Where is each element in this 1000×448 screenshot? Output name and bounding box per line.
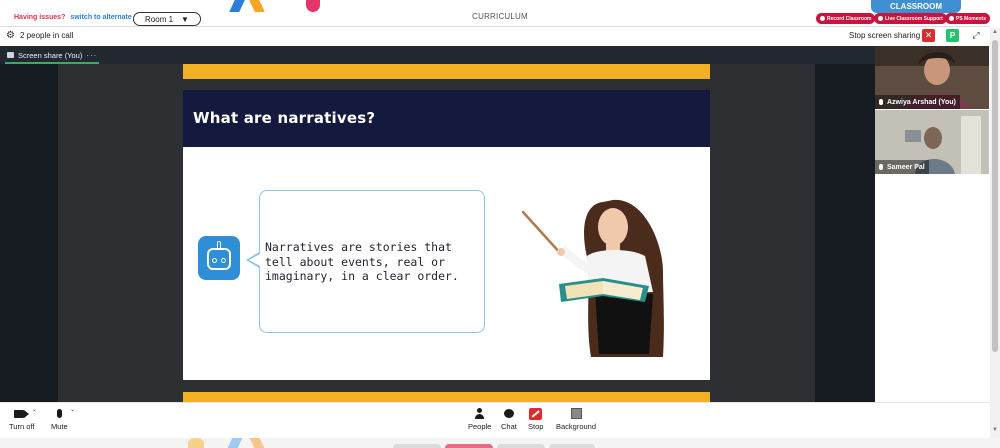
stop-screen-sharing-button[interactable]: ✕ <box>922 29 935 42</box>
stop-share-button[interactable]: Stop <box>528 407 543 431</box>
app-window: Having issues? switch to alternate room … <box>0 0 1000 448</box>
more-options-icon[interactable]: ··· <box>86 51 97 60</box>
logo-decoration <box>306 0 320 12</box>
call-controls: Turn off ⌄ Mute ⌄ People Chat Stop Backg… <box>0 402 990 438</box>
gear-icon[interactable]: ⚙ <box>6 31 15 41</box>
bottom-tab[interactable] <box>393 444 441 448</box>
chevron-down-icon[interactable]: ⌄ <box>32 406 37 413</box>
participant-name-tag: Sameer Pal <box>875 160 929 174</box>
record-classroom-label: Record Classroom <box>827 15 872 22</box>
room-selector-label: Room 1 <box>145 14 174 24</box>
slide-title: What are narratives? <box>193 109 376 127</box>
record-classroom-button[interactable]: Record Classroom <box>816 13 876 24</box>
classroom-tab[interactable]: CLASSROOM <box>871 0 961 13</box>
presentation-slide: What are narratives? Narratives are stor… <box>183 90 710 380</box>
top-header: Having issues? switch to alternate room … <box>0 0 991 27</box>
camera-icon <box>14 407 30 420</box>
robot-face <box>207 248 231 270</box>
fullscreen-icon[interactable]: ⤢ <box>970 29 982 42</box>
people-button[interactable]: People <box>468 407 491 431</box>
robot-eye <box>221 258 226 263</box>
chat-button[interactable]: Chat <box>501 407 517 431</box>
bottom-tab[interactable] <box>445 444 493 448</box>
stop-share-label: Stop <box>528 422 544 431</box>
avatar[interactable]: P <box>946 29 959 42</box>
microphone-icon <box>879 164 883 170</box>
turn-off-camera-label: Turn off <box>9 422 35 431</box>
chat-icon <box>503 407 514 420</box>
stop-screen-sharing-label: Stop screen sharing <box>849 31 921 40</box>
moments-icon <box>949 16 954 21</box>
mute-button[interactable]: Mute <box>51 407 68 431</box>
stage-margin-left <box>0 64 58 402</box>
live-support-button[interactable]: Live Classroom Support <box>874 13 947 24</box>
slide-header: What are narratives? <box>183 90 710 147</box>
speech-bubble-text: Narratives are stories that tell about e… <box>265 240 459 283</box>
tab-screen-share[interactable]: Screen share (You) ··· <box>5 48 100 64</box>
microphone-icon <box>879 99 883 105</box>
people-icon <box>474 407 485 420</box>
logo-decoration <box>249 0 265 12</box>
share-tab-bar: Screen share (You) ··· <box>0 46 875 64</box>
room-selector[interactable]: Room 1 ▼ <box>133 12 201 26</box>
participant-tile[interactable]: Sameer Pal <box>875 110 989 174</box>
mute-label: Mute <box>51 422 68 431</box>
chat-label: Chat <box>501 422 517 431</box>
slide-stripe-bottom <box>183 392 710 402</box>
logo-decoration <box>229 0 245 12</box>
robot-eye <box>212 258 217 263</box>
call-info-bar: ⚙ 2 people in call Stop screen sharing ✕… <box>0 28 990 45</box>
teacher-illustration <box>521 199 664 357</box>
screen-share-icon <box>7 52 14 58</box>
slide-stripe-top <box>183 64 710 79</box>
curriculum-title[interactable]: CURRICULUM <box>440 12 560 21</box>
background-button[interactable]: Background <box>556 407 596 431</box>
robot-antenna <box>217 241 221 248</box>
live-support-label: Live Classroom Support <box>885 15 943 22</box>
issues-question: Having issues? <box>14 14 66 21</box>
stop-share-icon <box>529 407 543 420</box>
background-label: Background <box>556 422 597 431</box>
turn-off-camera-button[interactable]: Turn off <box>9 407 34 431</box>
scroll-down-icon[interactable]: ▼ <box>992 427 998 433</box>
ps-moments-button[interactable]: PS Moments <box>945 13 991 24</box>
robot-icon <box>198 236 240 280</box>
logo-decoration <box>188 438 204 448</box>
people-in-call-count: 2 people in call <box>20 31 74 40</box>
participant-name-tag: Azwiya Arshad (You) <box>875 95 960 109</box>
chevron-down-icon: ▼ <box>181 14 189 24</box>
support-icon <box>878 16 883 21</box>
stage-margin-right <box>815 64 875 402</box>
scroll-up-icon[interactable]: ▲ <box>992 29 998 35</box>
tab-screen-share-label: Screen share (You) <box>18 50 83 60</box>
ps-moments-label: PS Moments <box>956 15 987 22</box>
scrollbar-thumb[interactable] <box>992 40 998 352</box>
record-icon <box>820 16 825 21</box>
people-label: People <box>468 422 492 431</box>
page-scrollbar[interactable]: ▲ ▼ <box>990 28 1000 438</box>
participant-name: Azwiya Arshad (You) <box>887 98 956 106</box>
participant-name: Sameer Pal <box>887 163 925 171</box>
background-icon <box>570 407 582 420</box>
issues-notice: Having issues? switch to alternate room <box>14 14 151 21</box>
bottom-tab[interactable] <box>497 444 545 448</box>
microphone-icon <box>56 407 62 420</box>
bottom-tab[interactable] <box>549 444 595 448</box>
participant-tile[interactable]: Azwiya Arshad (You) <box>875 46 989 109</box>
chevron-down-icon[interactable]: ⌄ <box>70 406 75 413</box>
speech-bubble-tail <box>249 254 260 266</box>
